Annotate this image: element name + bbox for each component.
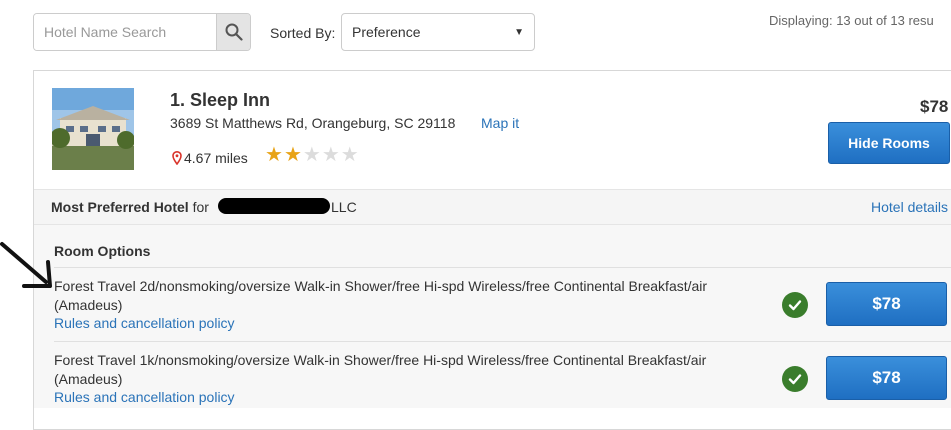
caret-down-icon: ▼ [514,26,524,38]
divider [54,341,951,342]
redacted-company-name [218,198,330,214]
sort-select[interactable]: Preference ▼ [341,13,535,51]
select-room-price-button[interactable]: $78 [826,356,947,400]
preferred-for: for [192,199,209,215]
star-rating: ★ ★ ★ ★ ★ [265,145,359,165]
hotel-search-box [33,13,251,51]
map-pin-icon [172,151,182,165]
rules-policy-link[interactable]: Rules and cancellation policy [54,389,235,405]
star-empty-icon: ★ [302,144,321,166]
hotel-lowest-price: $78 [920,97,949,116]
preferred-label: Most Preferred Hotel [51,199,189,215]
hotel-name[interactable]: 1. Sleep Inn [170,90,270,111]
star-empty-icon: ★ [340,144,359,166]
select-room-price-button[interactable]: $78 [826,282,947,326]
rules-policy-link[interactable]: Rules and cancellation policy [54,315,235,331]
sort-selected-value: Preference [352,24,421,40]
room-description: Forest Travel 2d/nonsmoking/oversize Wal… [54,278,708,313]
star-empty-icon: ★ [321,144,340,166]
preferred-company-suffix: LLC [331,199,357,215]
divider [54,267,951,268]
star-filled-icon: ★ [283,144,302,166]
hotel-address: 3689 St Matthews Rd, Orangeburg, SC 2911… [170,115,456,131]
checkmark-icon [782,292,808,318]
magnifier-icon [225,23,243,41]
hotel-photo[interactable] [52,88,134,170]
checkmark-icon [782,366,808,392]
hotel-details-link[interactable]: Hotel details [871,199,948,215]
map-it-link[interactable]: Map it [481,115,519,131]
sorted-by-label: Sorted By: [270,25,336,41]
preferred-hotel-text: Most Preferred Hotel for [51,199,209,215]
distance-text: 4.67 miles [184,150,248,166]
annotation-arrow-icon [0,242,52,288]
results-count: Displaying: 13 out of 13 resu [769,13,934,28]
room-description: Forest Travel 1k/nonsmoking/oversize Wal… [54,352,707,387]
hotel-name-search-input[interactable] [34,14,216,50]
hide-rooms-button[interactable]: Hide Rooms [828,122,950,164]
search-button[interactable] [216,14,250,50]
hotel-photo-image [52,88,134,170]
room-options-title: Room Options [54,243,151,259]
hotel-distance: 4.67 miles [172,150,248,166]
star-filled-icon: ★ [265,144,283,166]
